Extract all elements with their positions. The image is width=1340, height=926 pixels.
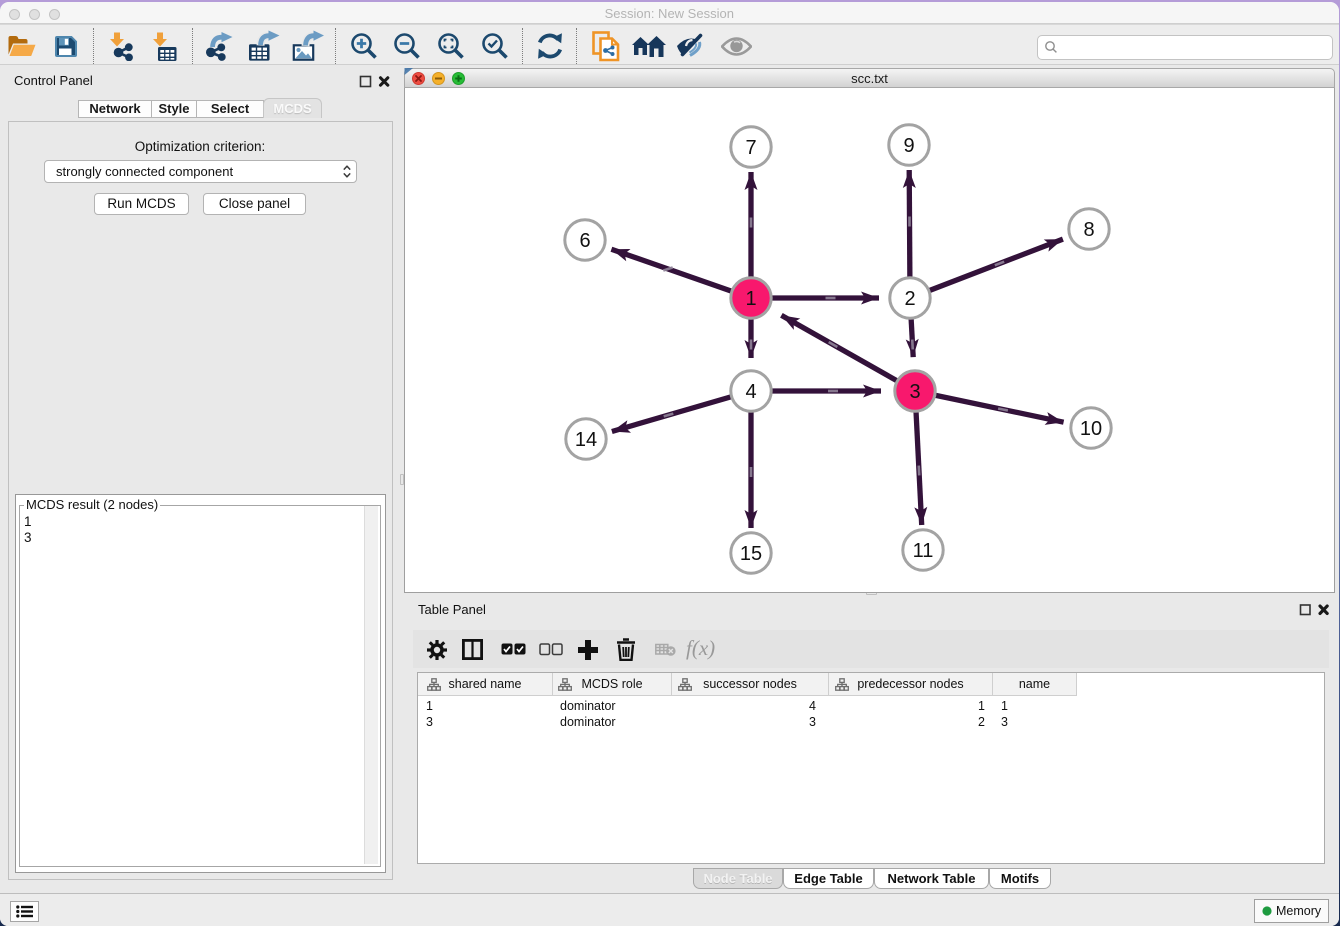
svg-text:2: 2 <box>904 288 915 310</box>
svg-text:3: 3 <box>909 381 920 403</box>
svg-text:14: 14 <box>574 429 596 451</box>
svg-text:15: 15 <box>739 543 761 565</box>
svg-text:6: 6 <box>579 230 590 252</box>
svg-text:11: 11 <box>912 540 933 562</box>
svg-text:7: 7 <box>745 137 756 159</box>
svg-text:9: 9 <box>903 135 914 157</box>
svg-text:8: 8 <box>1083 219 1094 241</box>
svg-text:1: 1 <box>745 288 756 310</box>
svg-text:4: 4 <box>745 381 756 403</box>
svg-text:10: 10 <box>1079 418 1101 440</box>
